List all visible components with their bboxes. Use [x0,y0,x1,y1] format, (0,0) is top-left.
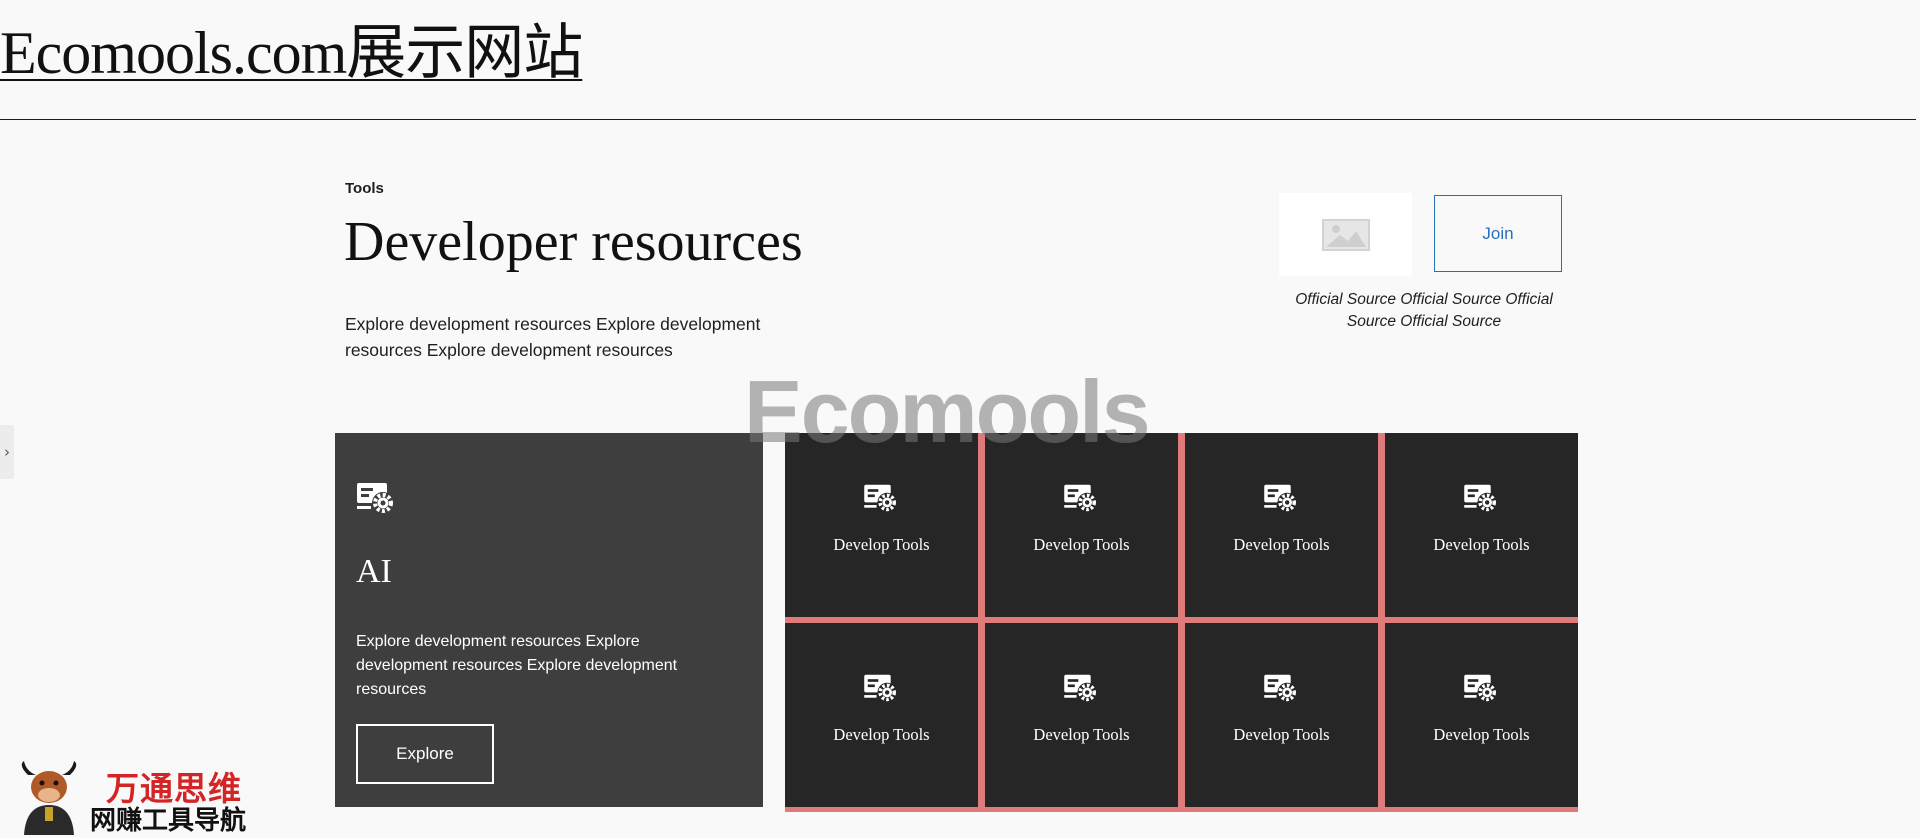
tools-gear-icon [864,674,897,703]
tile-label: Develop Tools [1033,535,1130,554]
tools-tile-grid: Develop Tools Develop Tools Develop Tool… [785,433,1578,812]
tools-gear-icon [1264,674,1297,703]
promo-image [1279,193,1412,276]
intro-description: Explore development resources Explore de… [345,314,761,360]
tools-gear-icon [1464,484,1497,513]
tools-gear-icon [1264,484,1297,513]
tile-label: Develop Tools [833,725,930,744]
tools-gear-icon [357,483,394,514]
section-eyebrow: Tools [345,180,384,197]
tool-tile[interactable]: Develop Tools [785,433,978,617]
tool-tile[interactable]: Develop Tools [785,623,978,807]
tools-gear-icon [864,484,897,513]
feature-description: Explore development resources Explore de… [356,633,678,698]
tool-tile[interactable]: Develop Tools [985,623,1178,807]
tool-tile[interactable]: Develop Tools [985,433,1178,617]
site-title-link[interactable]: Ecomools.com展示网站 [0,4,583,91]
tool-tile[interactable]: Develop Tools [1385,623,1578,807]
explore-button[interactable]: Explore [356,724,494,784]
brand-tagline: 网赚工具导航 [90,805,247,835]
promo-caption: Official Source Official Source Official… [1295,291,1553,330]
tools-gear-icon [1064,484,1097,513]
chevron-right-icon: › [4,443,10,461]
tile-label: Develop Tools [833,535,930,554]
site-header: Ecomools.com展示网站 [0,0,1916,120]
tile-label: Develop Tools [1433,535,1530,554]
brand-badge[interactable]: 万通思维 网赚工具导航 [14,757,284,838]
tool-tile[interactable]: Develop Tools [1385,433,1578,617]
tile-label: Develop Tools [1433,725,1530,744]
tools-gear-icon [1464,674,1497,703]
join-button[interactable]: Join [1434,195,1562,272]
tool-tile[interactable]: Develop Tools [1185,623,1378,807]
bull-mascot-icon [21,761,77,835]
tool-tile[interactable]: Develop Tools [1185,433,1378,617]
tile-label: Develop Tools [1233,725,1330,744]
page-title: Developer resources [344,211,803,273]
feature-title: AI [356,553,392,590]
tile-label: Develop Tools [1033,725,1130,744]
sidebar-toggle[interactable]: › [0,425,14,479]
image-placeholder-icon [1321,218,1370,251]
feature-card-ai: AI Explore development resources Explore… [335,433,763,807]
tools-gear-icon [1064,674,1097,703]
tile-label: Develop Tools [1233,535,1330,554]
